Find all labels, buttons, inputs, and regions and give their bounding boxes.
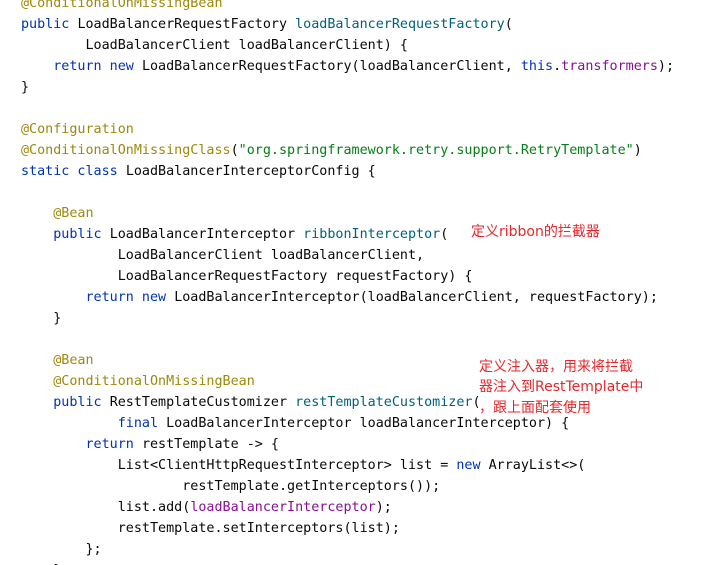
customizer-note-line: 定义注入器，用来将拦截 bbox=[479, 359, 633, 375]
code-token: LoadBalancerInterceptor bbox=[109, 227, 304, 242]
code-line[interactable]: LoadBalancerRequestFactory requestFactor… bbox=[21, 266, 473, 287]
code-line[interactable]: @ConditionalOnMissingBean bbox=[21, 0, 223, 14]
code-line[interactable]: list.add(loadBalancerInterceptor); bbox=[21, 497, 392, 518]
code-token: @ConditionalOnMissingClass bbox=[21, 143, 231, 158]
code-token: LoadBalancerInterceptorConfig { bbox=[125, 164, 376, 179]
code-token: restTemplate -> { bbox=[141, 437, 279, 452]
code-token: LoadBalancerRequestFactory requestFactor… bbox=[21, 269, 473, 284]
code-token: loadBalancerInterceptor bbox=[190, 500, 376, 515]
code-token: this bbox=[520, 59, 554, 74]
code-token: . bbox=[553, 59, 562, 74]
code-token: ribbonInterceptor bbox=[303, 227, 441, 242]
code-line[interactable]: @Bean bbox=[21, 350, 94, 371]
code-line[interactable]: public RestTemplateCustomizer restTempla… bbox=[21, 392, 480, 413]
code-token: @ConditionalOnMissingBean bbox=[21, 0, 223, 11]
code-line[interactable]: @Bean bbox=[21, 203, 94, 224]
code-line[interactable]: restTemplate.setInterceptors(list); bbox=[21, 518, 400, 539]
code-token: ArrayList<>( bbox=[488, 458, 586, 473]
code-line[interactable]: List<ClientHttpRequestInterceptor> list … bbox=[21, 455, 586, 476]
code-token: LoadBalancerRequestFactory bbox=[77, 17, 296, 32]
code-line[interactable]: @Configuration bbox=[21, 119, 134, 140]
code-token: ( bbox=[230, 143, 239, 158]
code-token: return bbox=[85, 437, 142, 452]
code-token: loadBalancerRequestFactory bbox=[295, 17, 505, 32]
code-token: LoadBalancerRequestFactory(loadBalancerC… bbox=[141, 59, 521, 74]
code-token: ); bbox=[657, 59, 675, 74]
code-token: public bbox=[21, 17, 78, 32]
code-token: "org.springframework.retry.support.Retry… bbox=[238, 143, 634, 158]
code-token: }; bbox=[21, 542, 102, 557]
code-token: return new bbox=[85, 290, 175, 305]
code-token: LoadBalancerInterceptor(loadBalancerClie… bbox=[174, 290, 658, 305]
code-token: restTemplate.getInterceptors()); bbox=[21, 479, 441, 494]
code-line[interactable]: LoadBalancerClient loadBalancerClient) { bbox=[21, 35, 408, 56]
code-token: ) bbox=[633, 143, 642, 158]
code-line[interactable]: LoadBalancerClient loadBalancerClient, bbox=[21, 245, 424, 266]
ribbon-interceptor-note: 定义ribbon的拦截器 bbox=[471, 224, 600, 240]
code-token: public bbox=[53, 227, 110, 242]
code-line[interactable]: } bbox=[21, 308, 61, 329]
code-token: public bbox=[53, 395, 110, 410]
code-line[interactable]: @ConditionalOnMissingClass("org.springfr… bbox=[21, 140, 642, 161]
code-line[interactable]: @ConditionalOnMissingBean bbox=[21, 371, 255, 392]
customizer-note-line: 器注入到RestTemplate中 bbox=[479, 379, 644, 395]
code-line[interactable]: return new LoadBalancerInterceptor(loadB… bbox=[21, 287, 658, 308]
code-token: new bbox=[456, 458, 489, 473]
code-line[interactable]: }; bbox=[21, 539, 102, 560]
code-token: } bbox=[21, 80, 30, 95]
code-line[interactable]: return restTemplate -> { bbox=[21, 434, 280, 455]
code-token: @Bean bbox=[53, 206, 94, 221]
code-line[interactable]: return new LoadBalancerRequestFactory(lo… bbox=[21, 56, 674, 77]
code-token: ); bbox=[375, 500, 392, 515]
customizer-note-line: ，跟上面配套使用 bbox=[479, 400, 591, 416]
code-line[interactable]: restTemplate.getInterceptors()); bbox=[21, 476, 440, 497]
code-line[interactable]: } bbox=[21, 560, 61, 565]
code-line[interactable]: } bbox=[21, 77, 29, 98]
code-token: LoadBalancerClient loadBalancerClient) { bbox=[21, 38, 408, 53]
code-token: RestTemplateCustomizer bbox=[109, 395, 296, 410]
code-editor[interactable]: @ConditionalOnMissingBean public LoadBala… bbox=[0, 0, 717, 565]
code-token: ( bbox=[504, 17, 513, 32]
code-token: List<ClientHttpRequestInterceptor> list … bbox=[21, 458, 457, 473]
code-line[interactable]: public LoadBalancerInterceptor ribbonInt… bbox=[21, 224, 448, 245]
code-token: restTemplateCustomizer bbox=[295, 395, 473, 410]
code-token: @ConditionalOnMissingBean bbox=[53, 374, 255, 389]
code-token: static class bbox=[21, 164, 126, 179]
code-token: transformers bbox=[561, 59, 658, 74]
code-token: final bbox=[117, 416, 167, 431]
code-token: list.add( bbox=[21, 500, 191, 515]
code-line[interactable]: public LoadBalancerRequestFactory loadBa… bbox=[21, 14, 513, 35]
code-token: } bbox=[21, 311, 62, 326]
code-token: restTemplate.setInterceptors(list); bbox=[21, 521, 400, 536]
code-token: @Bean bbox=[53, 353, 94, 368]
code-token: LoadBalancerClient loadBalancerClient, bbox=[21, 248, 425, 263]
code-token: @Configuration bbox=[21, 122, 134, 137]
code-token: return new bbox=[53, 59, 142, 74]
code-line[interactable]: static class LoadBalancerInterceptorConf… bbox=[21, 161, 376, 182]
code-token: ( bbox=[440, 227, 449, 242]
